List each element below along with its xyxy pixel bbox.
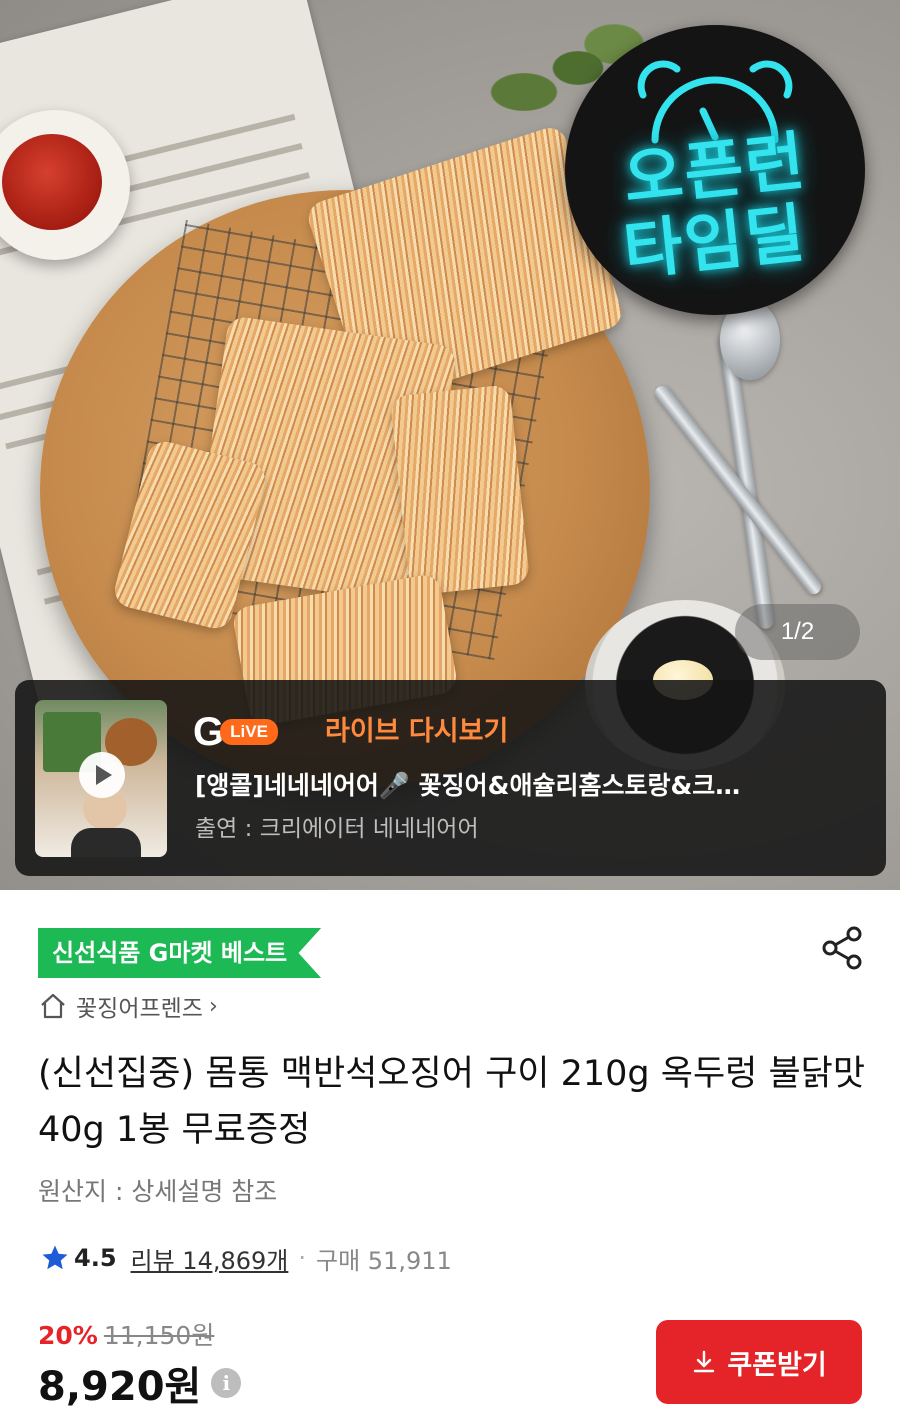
product-title: (신선집중) 몸통 맥반석오징어 구이 210g 옥두렁 불닭맛 40g 1봉 … xyxy=(38,1054,866,1150)
separator-dot: · xyxy=(298,1244,307,1272)
discount-rate: 20% xyxy=(38,1321,98,1350)
original-price: 11,150원 xyxy=(103,1321,215,1350)
live-thumbnail[interactable] xyxy=(35,700,167,857)
purchase-count: 구매 51,911 xyxy=(316,1246,452,1275)
star-icon xyxy=(42,1245,68,1270)
image-page-indicator: 1/2 xyxy=(735,604,860,660)
info-icon[interactable]: i xyxy=(211,1368,242,1398)
live-cast: 출연 : 크리에이터 네네네어어 xyxy=(195,816,479,842)
review-link[interactable]: 리뷰 14,869개 xyxy=(131,1241,289,1276)
rating-value: 4.5 xyxy=(74,1244,117,1272)
sale-price: 8,920원 xyxy=(38,1364,202,1410)
discount-row: 20% 11,150원 xyxy=(38,1316,214,1352)
live-replay-label[interactable]: 라이브 다시보기 xyxy=(325,712,508,752)
live-replay-card[interactable]: G LiVE 라이브 다시보기 [앵콜]네네네어어🎤 꽃징어&애슐리홈스토랑&크… xyxy=(15,680,886,876)
glive-logo: G LiVE xyxy=(193,712,278,752)
rating-row: 4.5 리뷰 14,869개 · 구매 51,911 xyxy=(40,1238,452,1278)
download-icon xyxy=(694,1350,715,1373)
origin-info: 원산지 : 상세설명 참조 xyxy=(38,1177,278,1206)
seller-link[interactable]: 꽃징어프렌즈 › xyxy=(38,986,218,1026)
chevron-right-icon: › xyxy=(208,993,218,1019)
coupon-label: 쿠폰받기 xyxy=(727,1349,827,1381)
glive-logo-live: LiVE xyxy=(220,719,278,745)
home-icon xyxy=(41,993,65,1019)
coupon-button[interactable]: 쿠폰받기 xyxy=(656,1320,862,1404)
open-run-timedeal-badge: 오픈런 타임딜 xyxy=(565,25,865,315)
live-title[interactable]: [앵콜]네네네어어🎤 꽃징어&애슐리홈스토랑&크… xyxy=(195,768,855,804)
share-icon[interactable] xyxy=(818,924,866,972)
squid-piece xyxy=(389,384,531,596)
best-badge: 신선식품 G마켓 베스트 xyxy=(38,928,322,978)
price-row: 8,920원 i xyxy=(38,1356,242,1410)
seller-name: 꽃징어프렌즈 xyxy=(76,996,203,1022)
play-icon[interactable] xyxy=(79,752,125,798)
